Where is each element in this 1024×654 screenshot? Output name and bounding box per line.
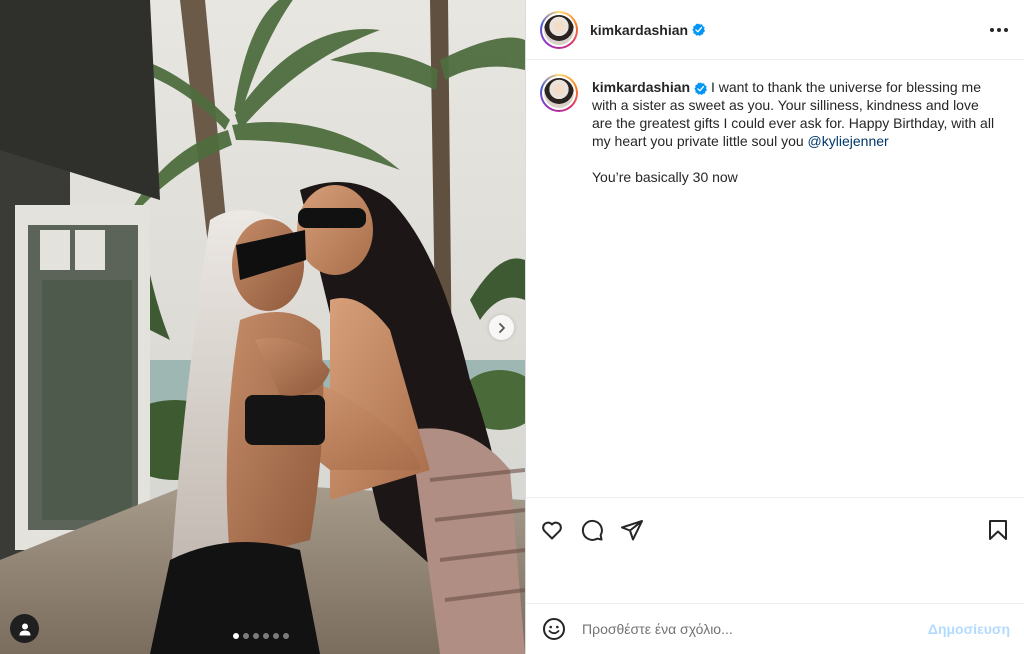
tagged-users-button[interactable] [10,614,39,643]
bookmark-icon[interactable] [986,518,1010,542]
next-slide-button[interactable] [489,315,514,340]
verified-badge-icon [692,23,706,36]
slide-indicator [233,633,289,639]
caption: kimkardashian I want to thank the univer… [540,74,1008,186]
comment-icon[interactable] [580,518,604,542]
slide-dot-active [233,633,239,639]
caption-author-avatar[interactable] [540,74,578,112]
emoji-icon[interactable] [542,617,566,641]
comments-section: kimkardashian I want to thank the univer… [526,60,1024,496]
slide-dot [283,633,289,639]
post-media[interactable] [0,0,525,654]
author-username[interactable]: kimkardashian [590,22,688,38]
slide-dot [253,633,259,639]
post-photo [0,0,525,654]
more-options-icon[interactable] [990,27,1008,32]
slide-dot [243,633,249,639]
slide-dot [273,633,279,639]
heart-icon[interactable] [540,518,564,542]
slide-dot [263,633,269,639]
comment-box: Δημοσίευση [526,603,1024,654]
verified-badge-icon [694,82,708,95]
chevron-right-icon [498,322,505,333]
instagram-post: kimkardashian kimkardashian I want to th… [0,0,1024,654]
send-icon[interactable] [620,518,644,542]
action-bar [526,497,1024,603]
user-tag-icon [19,623,30,635]
caption-line-2: You’re basically 30 now [592,169,738,185]
post-header: kimkardashian [526,0,1024,60]
caption-text: kimkardashian I want to thank the univer… [592,74,1002,186]
comment-input[interactable] [582,621,928,637]
post-comment-button[interactable]: Δημοσίευση [928,621,1010,637]
caption-author-username[interactable]: kimkardashian [592,79,690,95]
author-avatar[interactable] [540,10,578,49]
post-details-panel: kimkardashian kimkardashian I want to th… [525,0,1024,654]
caption-mention-link[interactable]: @kyliejenner [808,133,889,149]
